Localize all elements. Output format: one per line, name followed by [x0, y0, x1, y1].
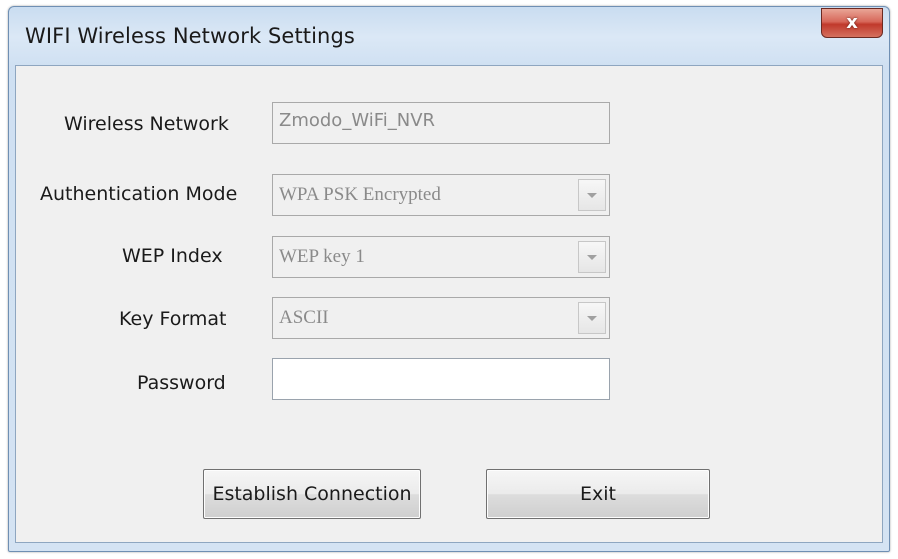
key-format-select: ASCII: [272, 297, 610, 339]
wep-index-label: WEP Index: [122, 245, 223, 267]
wifi-settings-window: WIFI Wireless Network Settings x Wireles…: [8, 6, 890, 552]
close-icon: x: [846, 12, 858, 33]
close-button[interactable]: x: [821, 8, 883, 38]
wireless-network-field: Zmodo_WiFi_NVR: [272, 102, 610, 144]
wep-index-value: WEP key 1: [279, 246, 365, 267]
key-format-value: ASCII: [279, 307, 329, 328]
key-format-dropdown-button: [578, 302, 606, 334]
authentication-mode-value: WPA PSK Encrypted: [279, 184, 441, 205]
wep-index-dropdown-button: [578, 241, 606, 273]
wireless-network-value: Zmodo_WiFi_NVR: [279, 110, 436, 131]
dialog-body: Wireless Network Zmodo_WiFi_NVR Authenti…: [15, 65, 883, 543]
authentication-mode-select: WPA PSK Encrypted: [272, 174, 610, 216]
wep-index-select: WEP key 1: [272, 236, 610, 278]
authentication-mode-dropdown-button: [578, 179, 606, 211]
wireless-network-label: Wireless Network: [64, 113, 229, 135]
chevron-down-icon: [587, 254, 597, 260]
chevron-down-icon: [587, 315, 597, 321]
password-input[interactable]: [272, 358, 610, 400]
title-bar[interactable]: WIFI Wireless Network Settings x: [9, 7, 889, 65]
password-label: Password: [137, 372, 226, 394]
establish-connection-button[interactable]: Establish Connection: [203, 469, 421, 519]
exit-button[interactable]: Exit: [486, 469, 710, 519]
window-title: WIFI Wireless Network Settings: [25, 24, 355, 48]
key-format-label: Key Format: [119, 308, 227, 330]
chevron-down-icon: [587, 192, 597, 198]
authentication-mode-label: Authentication Mode: [40, 183, 238, 205]
